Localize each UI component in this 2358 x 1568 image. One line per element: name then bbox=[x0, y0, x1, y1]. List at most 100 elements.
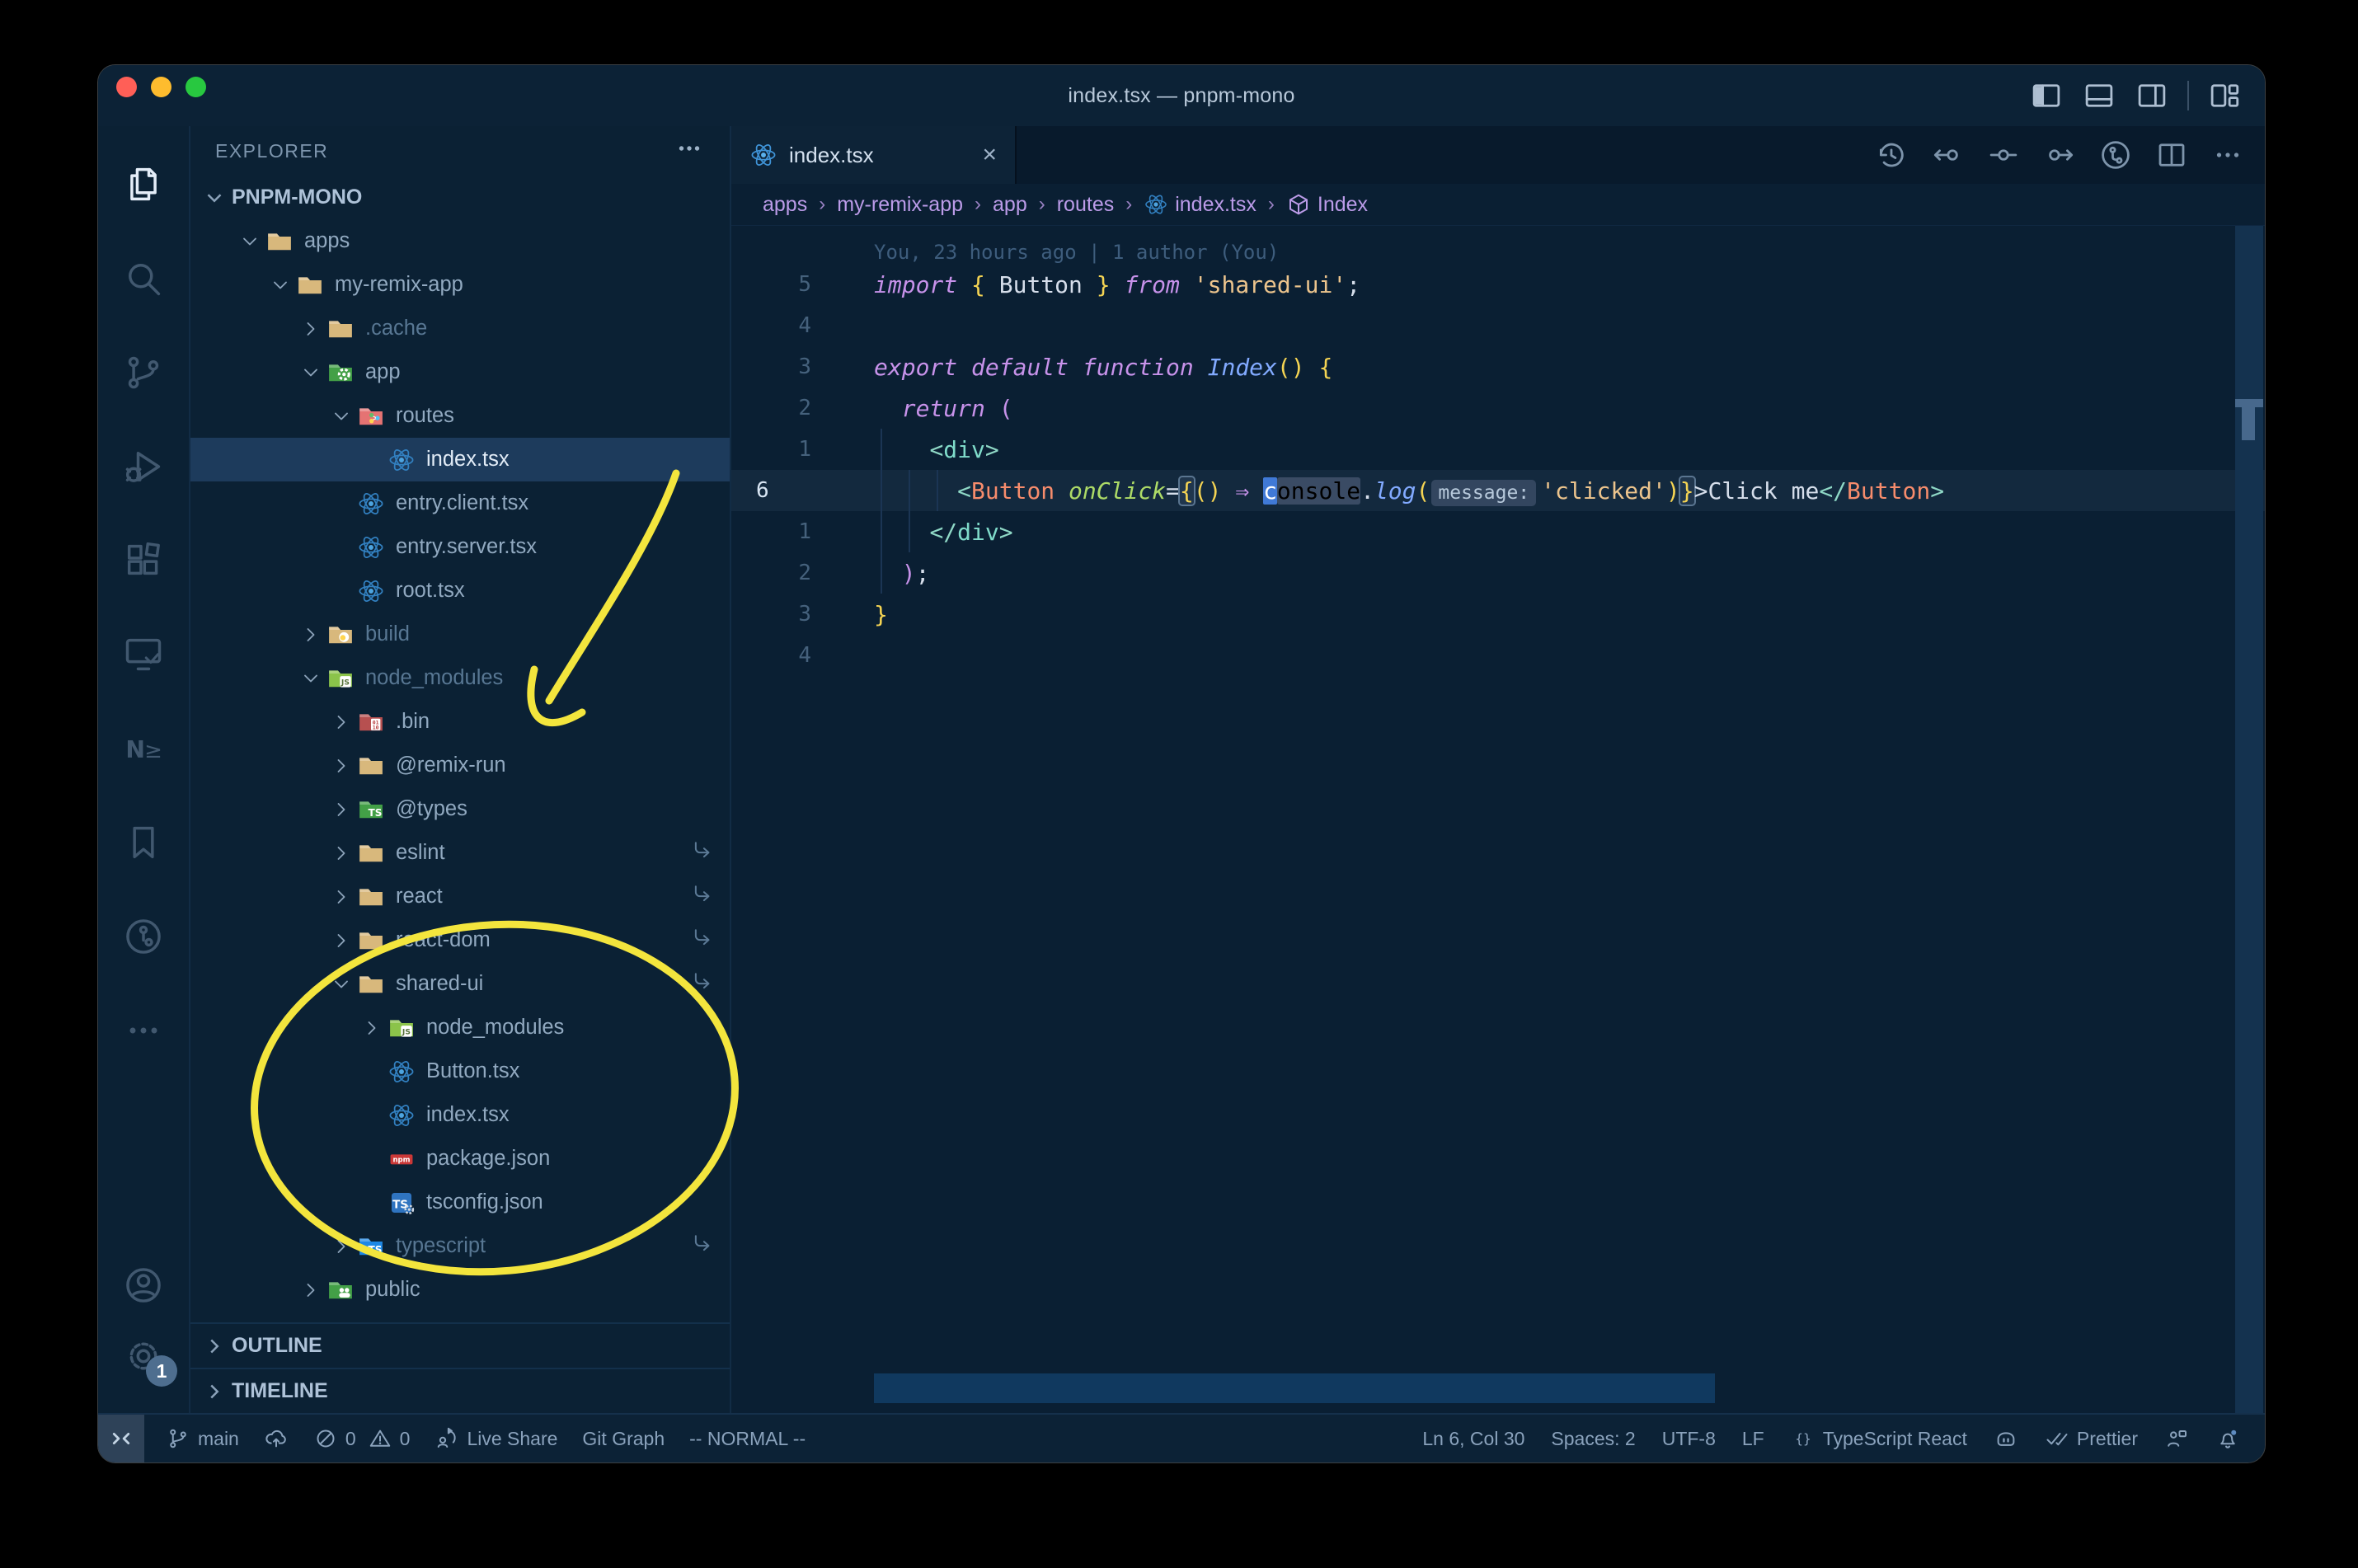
status-item-ln-6-col-30[interactable]: Ln 6, Col 30 bbox=[1422, 1428, 1524, 1450]
vertical-scrollbar[interactable] bbox=[2235, 226, 2263, 1413]
code-line[interactable]: 2 return ( bbox=[731, 387, 2265, 429]
ellipsis-icon[interactable] bbox=[2210, 138, 2245, 172]
activity-item-gitlens[interactable] bbox=[98, 890, 189, 984]
tree-item-apps[interactable]: apps bbox=[190, 219, 730, 263]
tree-item-react-dom[interactable]: react-dom bbox=[190, 918, 730, 962]
tree-item-entry.server.tsx[interactable]: entry.server.tsx bbox=[190, 525, 730, 569]
code-line[interactable]: 1 </div> bbox=[731, 511, 2265, 552]
tree-item-routes[interactable]: routes bbox=[190, 394, 730, 438]
tree-item-build[interactable]: build bbox=[190, 613, 730, 656]
breadcrumb-item-Index[interactable]: Index bbox=[1286, 192, 1368, 217]
code-line[interactable]: 4 bbox=[731, 305, 2265, 346]
layout-customize-icon[interactable] bbox=[2207, 78, 2242, 113]
tree-item-.bin[interactable]: 01 10 .bin bbox=[190, 700, 730, 744]
status-item-bell-dot[interactable] bbox=[2215, 1426, 2240, 1451]
remote-indicator[interactable] bbox=[98, 1415, 144, 1462]
chevron-right-icon bbox=[326, 881, 357, 913]
breadcrumb-item-routes[interactable]: routes bbox=[1057, 193, 1114, 217]
breadcrumb-item-app[interactable]: app bbox=[993, 193, 1027, 217]
activity-item-run-debug[interactable] bbox=[98, 420, 189, 514]
tree-item-react[interactable]: react bbox=[190, 875, 730, 918]
code-area[interactable]: You, 23 hours ago | 1 author (You) 5 impo… bbox=[731, 226, 2265, 1413]
tree-item-my-remix-app[interactable]: my-remix-app bbox=[190, 263, 730, 307]
cloud-upload-icon bbox=[264, 1426, 289, 1451]
tree-item-.cache[interactable]: .cache bbox=[190, 307, 730, 350]
symlink-arrow-icon bbox=[690, 838, 715, 868]
status-item-main[interactable]: main bbox=[166, 1426, 239, 1451]
code-line[interactable]: 3} bbox=[731, 594, 2265, 635]
layout-panel-icon[interactable] bbox=[2082, 78, 2116, 113]
chevron-right-icon bbox=[210, 1339, 219, 1353]
history-icon[interactable] bbox=[1874, 138, 1909, 172]
status-item-0[interactable]: 0 bbox=[313, 1426, 356, 1451]
status-item-git-graph[interactable]: Git Graph bbox=[582, 1428, 665, 1450]
status-item-copilot[interactable] bbox=[1994, 1426, 2018, 1451]
horizontal-scrollbar-thumb[interactable] bbox=[874, 1373, 1715, 1403]
tab-index-tsx[interactable]: index.tsx × bbox=[731, 126, 1017, 184]
code-line[interactable]: 5 import { Button } from 'shared-ui'; bbox=[731, 264, 2265, 305]
code-line[interactable]: 3 export default function Index() { bbox=[731, 346, 2265, 387]
tree-item-eslint[interactable]: eslint bbox=[190, 831, 730, 875]
tree-item-root.tsx[interactable]: root.tsx bbox=[190, 569, 730, 613]
tree-item-@types[interactable]: TS @types bbox=[190, 787, 730, 831]
code-line-current[interactable]: 6 <Button onClick={() ⇒ console.log(mess… bbox=[731, 470, 2265, 511]
timeline-section-header[interactable]: TIMELINE bbox=[190, 1368, 730, 1413]
project-section-header[interactable]: PNPM-MONO bbox=[190, 176, 730, 219]
status-item-prettier[interactable]: Prettier bbox=[2045, 1426, 2138, 1451]
activity-item-bookmarks[interactable] bbox=[98, 796, 189, 890]
tree-item-node_modules[interactable]: JS node_modules bbox=[190, 1006, 730, 1049]
tree-item-@remix-run[interactable]: @remix-run bbox=[190, 744, 730, 787]
breadcrumb-item-my-remix-app[interactable]: my-remix-app bbox=[837, 193, 963, 217]
tab-close-icon[interactable]: × bbox=[982, 141, 997, 169]
code-line[interactable]: 2 ); bbox=[731, 552, 2265, 594]
status-item-spaces-2[interactable]: Spaces: 2 bbox=[1551, 1428, 1635, 1450]
breadcrumb-item-apps[interactable]: apps bbox=[763, 193, 807, 217]
activity-item-more-views[interactable] bbox=[98, 984, 189, 1077]
status-item-typescript-react[interactable]: {} TypeScript React bbox=[1791, 1426, 1967, 1451]
inlay-hint: message: bbox=[1431, 479, 1537, 506]
layout-sidebar-right-icon[interactable] bbox=[2135, 78, 2169, 113]
tree-item-tsconfig.json[interactable]: TS tsconfig.json bbox=[190, 1181, 730, 1224]
tree-item-entry.client.tsx[interactable]: entry.client.tsx bbox=[190, 481, 730, 525]
outline-section-header[interactable]: OUTLINE bbox=[190, 1322, 730, 1368]
change-next-icon[interactable] bbox=[2042, 138, 2077, 172]
chevron-down-icon bbox=[295, 357, 326, 388]
gitlens-graph-icon[interactable] bbox=[2098, 138, 2133, 172]
change-icon[interactable] bbox=[1986, 138, 2021, 172]
layout-sidebar-left-icon[interactable] bbox=[2029, 78, 2064, 113]
activity-item-account[interactable] bbox=[98, 1250, 189, 1321]
tree-item-public[interactable]: public bbox=[190, 1268, 730, 1312]
zoom-window-button[interactable] bbox=[186, 77, 206, 97]
tree-item-app[interactable]: app bbox=[190, 350, 730, 394]
breadcrumb-item-index.tsx[interactable]: index.tsx bbox=[1144, 192, 1257, 217]
activity-item-files[interactable] bbox=[98, 138, 189, 232]
status-item-live-share[interactable]: Live Share bbox=[434, 1426, 557, 1451]
status-item-utf-8[interactable]: UTF-8 bbox=[1662, 1428, 1716, 1450]
activity-item-nx-console[interactable]: N ≥ bbox=[98, 702, 189, 796]
explorer-actions-ellipsis-icon[interactable] bbox=[674, 133, 705, 169]
close-window-button[interactable] bbox=[116, 77, 137, 97]
activity-item-extensions[interactable] bbox=[98, 514, 189, 608]
status-item-lf[interactable]: LF bbox=[1742, 1428, 1764, 1450]
split-editor-icon[interactable] bbox=[2154, 138, 2189, 172]
tree-item-index.tsx[interactable]: index.tsx bbox=[190, 1093, 730, 1137]
tree-item-shared-ui[interactable]: shared-ui bbox=[190, 962, 730, 1006]
tree-item-package.json[interactable]: npm package.json bbox=[190, 1137, 730, 1181]
status-item-0[interactable]: 0 bbox=[368, 1426, 410, 1451]
tree-item-index.tsx[interactable]: index.tsx bbox=[190, 438, 730, 481]
tree-item-typescript[interactable]: TS typescript bbox=[190, 1224, 730, 1268]
minimize-window-button[interactable] bbox=[151, 77, 171, 97]
activity-item-settings-gear[interactable]: 1 bbox=[98, 1321, 189, 1392]
status-item-feedback[interactable] bbox=[2164, 1426, 2189, 1451]
tree-item-node_modules[interactable]: JS node_modules bbox=[190, 656, 730, 700]
code-line[interactable]: 1 <div> bbox=[731, 429, 2265, 470]
code-line[interactable]: 4 bbox=[731, 635, 2265, 676]
activity-item-source-control[interactable] bbox=[98, 326, 189, 420]
activity-item-remote-explorer[interactable] bbox=[98, 608, 189, 702]
status-item-normal[interactable]: -- NORMAL -- bbox=[689, 1428, 806, 1450]
status-item-label: Ln 6, Col 30 bbox=[1422, 1427, 1525, 1449]
activity-item-search[interactable] bbox=[98, 232, 189, 326]
status-item-cloud-upload[interactable] bbox=[264, 1426, 289, 1451]
tree-item-Button.tsx[interactable]: Button.tsx bbox=[190, 1049, 730, 1093]
change-prev-icon[interactable] bbox=[1930, 138, 1965, 172]
